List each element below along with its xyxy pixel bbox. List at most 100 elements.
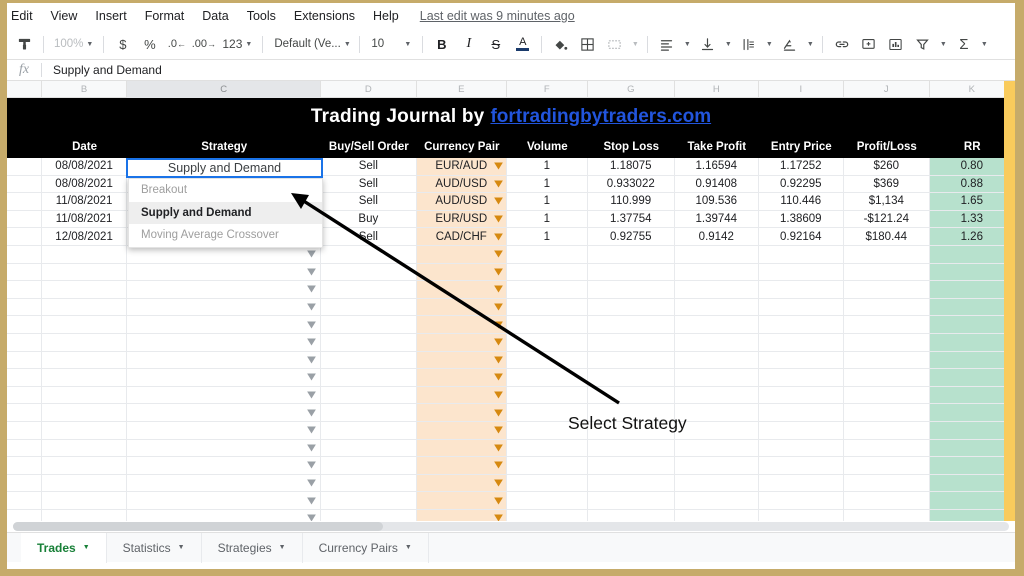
cell-profit_loss[interactable] <box>844 510 930 521</box>
cell-order[interactable]: Sell <box>321 193 416 210</box>
chevron-down-icon[interactable]: ▼ <box>405 544 412 551</box>
cell-rr[interactable] <box>930 475 1015 492</box>
row-gutter[interactable] <box>7 281 42 298</box>
menu-item-format[interactable]: Format <box>136 6 194 26</box>
strikethrough-button[interactable]: S <box>482 32 509 57</box>
decrease-decimal-button[interactable]: .0← <box>163 32 190 57</box>
column-header-b[interactable]: B <box>42 81 127 98</box>
cell-strategy[interactable] <box>127 246 321 263</box>
cell-volume[interactable]: 1 <box>507 228 588 245</box>
cell-pair[interactable] <box>417 264 507 281</box>
cell-profit_loss[interactable] <box>844 422 930 439</box>
cell-profit_loss[interactable] <box>844 281 930 298</box>
cell-strategy[interactable] <box>127 369 321 386</box>
chevron-down-icon[interactable] <box>307 304 316 311</box>
chevron-down-icon[interactable]: ▼ <box>279 544 286 551</box>
table-row[interactable] <box>7 422 1015 440</box>
cell-strategy[interactable] <box>127 334 321 351</box>
chevron-down-icon[interactable] <box>307 392 316 399</box>
menu-item-view[interactable]: View <box>42 6 87 26</box>
cell-date[interactable] <box>42 264 128 281</box>
cell-order[interactable] <box>321 352 416 369</box>
cell-strategy[interactable] <box>127 281 321 298</box>
cell-pair[interactable] <box>417 422 507 439</box>
cell-order[interactable] <box>321 299 416 316</box>
cell-stop_loss[interactable] <box>588 281 675 298</box>
cell-volume[interactable]: 1 <box>507 176 588 193</box>
cell-rr[interactable] <box>930 440 1015 457</box>
cell-date[interactable]: 12/08/2021 <box>42 228 128 245</box>
cell-stop_loss[interactable]: 1.37754 <box>588 211 675 228</box>
cell-date[interactable] <box>42 387 128 404</box>
cell-strategy[interactable] <box>127 299 321 316</box>
chevron-down-icon[interactable] <box>494 374 503 381</box>
cell-date[interactable] <box>42 246 128 263</box>
chevron-down-icon[interactable]: ▼ <box>178 544 185 551</box>
cell-stop_loss[interactable] <box>588 387 675 404</box>
cell-take_profit[interactable] <box>675 387 759 404</box>
cell-pair[interactable] <box>417 475 507 492</box>
cell-take_profit[interactable] <box>675 475 759 492</box>
cell-volume[interactable]: 1 <box>507 193 588 210</box>
row-gutter[interactable] <box>7 457 42 474</box>
menu-item-extensions[interactable]: Extensions <box>285 6 364 26</box>
cell-profit_loss[interactable] <box>844 299 930 316</box>
cell-entry_price[interactable] <box>759 369 845 386</box>
row-gutter[interactable] <box>7 422 42 439</box>
cell-stop_loss[interactable]: 110.999 <box>588 193 675 210</box>
cell-stop_loss[interactable] <box>588 246 675 263</box>
chevron-down-icon[interactable] <box>494 497 503 504</box>
horizontal-scrollbar[interactable] <box>7 521 1015 532</box>
cell-order[interactable]: Buy <box>321 211 416 228</box>
filter-icon[interactable] <box>909 32 936 57</box>
cell-rr[interactable] <box>930 352 1015 369</box>
cell-date[interactable]: 08/08/2021 <box>42 176 128 193</box>
cell-take_profit[interactable] <box>675 264 759 281</box>
cell-rr[interactable] <box>930 264 1015 281</box>
row-gutter[interactable] <box>7 404 42 421</box>
increase-decimal-button[interactable]: .00→ <box>190 32 217 57</box>
cell-stop_loss[interactable] <box>588 299 675 316</box>
cell-date[interactable] <box>42 281 128 298</box>
cell-strategy[interactable] <box>127 457 321 474</box>
cell-order[interactable] <box>321 264 416 281</box>
cell-entry_price[interactable] <box>759 440 845 457</box>
cell-take_profit[interactable] <box>675 369 759 386</box>
cell-pair[interactable] <box>417 457 507 474</box>
zoom-selector[interactable]: 100% ▼ <box>49 32 98 57</box>
table-row[interactable] <box>7 352 1015 370</box>
cell-pair[interactable]: EUR/USD <box>417 211 507 228</box>
chevron-down-icon[interactable] <box>494 392 503 399</box>
cell-rr[interactable] <box>930 334 1015 351</box>
cell-stop_loss[interactable]: 0.933022 <box>588 176 675 193</box>
cell-profit_loss[interactable]: -$121.24 <box>844 211 930 228</box>
chevron-down-icon[interactable] <box>307 427 316 434</box>
cell-strategy[interactable] <box>127 492 321 509</box>
cell-stop_loss[interactable] <box>588 510 675 521</box>
cell-profit_loss[interactable] <box>844 246 930 263</box>
cell-take_profit[interactable] <box>675 352 759 369</box>
cell-entry_price[interactable] <box>759 264 845 281</box>
cell-entry_price[interactable] <box>759 334 845 351</box>
cell-rr[interactable] <box>930 404 1015 421</box>
cell-pair[interactable] <box>417 492 507 509</box>
cell-stop_loss[interactable]: 1.18075 <box>588 158 675 175</box>
cell-date[interactable] <box>42 352 128 369</box>
menu-item-tools[interactable]: Tools <box>238 6 285 26</box>
cell-stop_loss[interactable] <box>588 369 675 386</box>
cell-profit_loss[interactable]: $1,134 <box>844 193 930 210</box>
cell-volume[interactable]: 1 <box>507 211 588 228</box>
cell-volume[interactable] <box>507 316 588 333</box>
vertical-align-icon[interactable] <box>694 32 721 57</box>
text-rotation-icon[interactable] <box>776 32 803 57</box>
cell-order[interactable]: Sell <box>321 176 416 193</box>
cell-strategy[interactable] <box>127 440 321 457</box>
table-row[interactable] <box>7 457 1015 475</box>
cell-order[interactable] <box>321 440 416 457</box>
borders-icon[interactable] <box>574 32 601 57</box>
filter-dropdown-icon[interactable]: ▼ <box>936 32 950 57</box>
row-gutter[interactable] <box>7 299 42 316</box>
row-gutter[interactable] <box>7 492 42 509</box>
halign-dropdown-icon[interactable]: ▼ <box>680 32 694 57</box>
rotation-dropdown-icon[interactable]: ▼ <box>803 32 817 57</box>
